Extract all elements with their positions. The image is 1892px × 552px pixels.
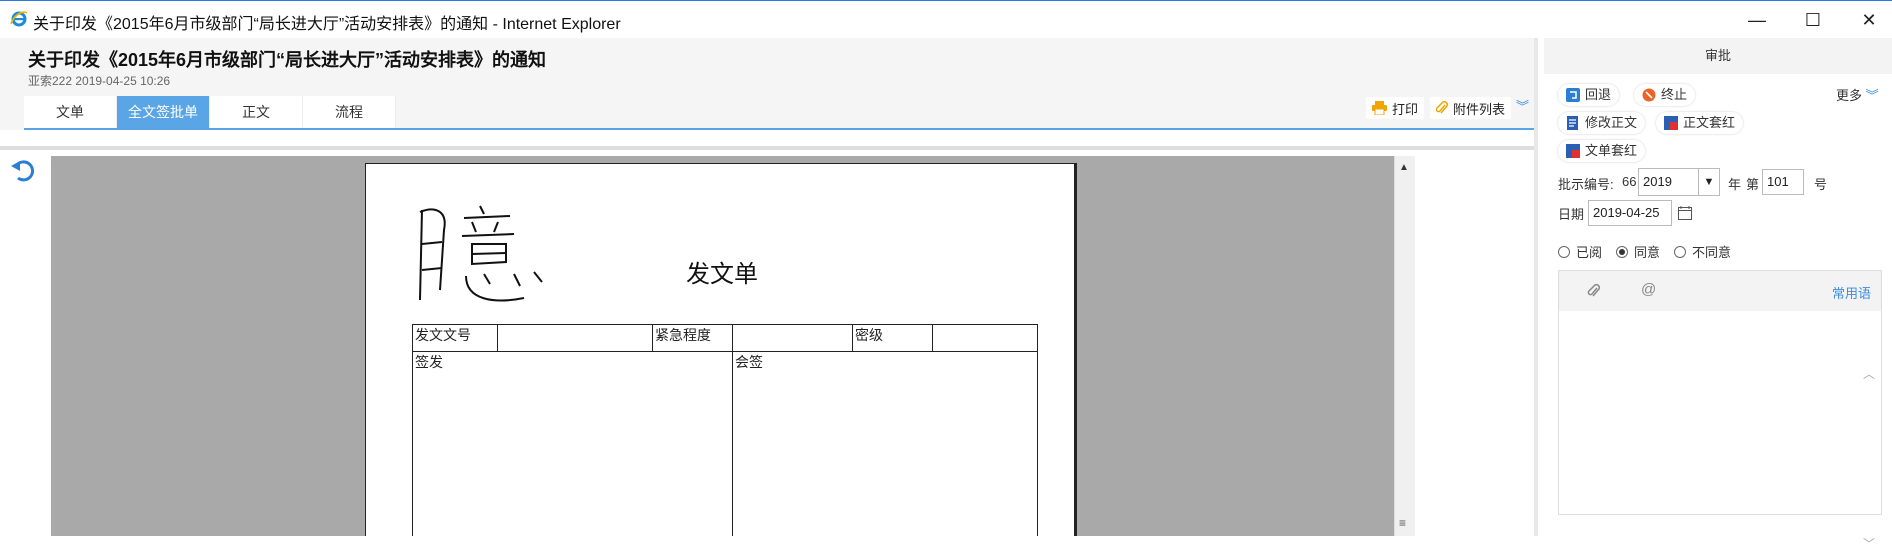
close-button[interactable]: ✕ (1844, 1, 1892, 39)
printer-icon (1372, 101, 1387, 115)
view-tabs: 文单 全文签批单 正文 流程 (24, 96, 396, 128)
document-page: 发文单 发文文号 紧急程度 密级 签发 会签 (365, 163, 1077, 536)
viewer-scrollbar[interactable]: ▲ ≡ (1394, 156, 1415, 536)
year-suffix: 年 (1728, 177, 1742, 192)
tab-body[interactable]: 正文 (210, 96, 303, 128)
terminate-label: 终止 (1661, 87, 1688, 102)
minimize-button[interactable]: — (1732, 1, 1782, 39)
paperclip-icon[interactable] (1587, 283, 1601, 299)
year-value: 2019 (1643, 174, 1672, 189)
mention-icon[interactable]: @ (1641, 281, 1656, 298)
redhead-icon (1566, 144, 1580, 158)
security-label: 密级 (852, 324, 933, 352)
doc-redhead-button[interactable]: 文单套红 (1558, 140, 1646, 162)
document-header: 关于印发《2015年6月市级部门“局长进大厅”活动安排表》的通知 亚索222 2… (0, 38, 1534, 130)
radio-disagree-label: 不同意 (1692, 245, 1732, 260)
instruction-number-input[interactable]: 101 (1762, 169, 1804, 195)
date-label: 日期 (1558, 207, 1585, 222)
undo-icon[interactable] (10, 157, 36, 183)
page-title: 关于印发《2015年6月市级部门“局长进大厅”活动安排表》的通知 (28, 50, 547, 70)
common-phrases-link[interactable]: 常用语 (1832, 283, 1871, 302)
document-meta: 亚索222 2019-04-25 10:26 (28, 74, 171, 88)
approval-panel: 审批 回退 终止 更多 ︾ 修改正文 正文套红 文单套红 批示编号: 66 20… (1544, 38, 1892, 551)
edit-body-button[interactable]: 修改正文 (1558, 112, 1646, 134)
number-suffix: 号 (1814, 177, 1828, 192)
countersign-cell: 会签 (732, 351, 1038, 536)
expand-chevron-icon[interactable]: ︾ (1516, 96, 1529, 115)
instruction-number-prefix: 66 (1622, 174, 1637, 189)
radio-agree[interactable]: 同意 (1616, 242, 1660, 261)
window-title: 关于印发《2015年6月市级部门“局长进大厅”活动安排表》的通知 - Inter… (33, 16, 621, 33)
print-label: 打印 (1392, 101, 1419, 117)
panel-title: 审批 (1544, 38, 1892, 74)
radio-read[interactable]: 已阅 (1558, 242, 1602, 261)
maximize-button[interactable]: ☐ (1788, 1, 1838, 39)
date-field[interactable]: 2019-04-25 (1588, 200, 1672, 226)
return-label: 回退 (1585, 87, 1612, 102)
print-button[interactable]: 打印 (1366, 97, 1425, 119)
doc-number-label: 发文文号 (412, 324, 498, 352)
security-value (932, 324, 1038, 352)
more-button[interactable]: 更多 ︾ (1836, 85, 1879, 104)
panel-splitter[interactable] (1534, 38, 1538, 536)
document-viewer[interactable]: 发文单 发文文号 紧急程度 密级 签发 会签 (51, 156, 1414, 536)
radio-dot (1674, 245, 1686, 258)
number-prefix: 第 (1746, 177, 1760, 192)
terminate-button[interactable]: 终止 (1634, 84, 1696, 106)
return-icon (1566, 88, 1580, 102)
attachment-list-label: 附件列表 (1453, 101, 1506, 117)
divider (0, 146, 1534, 150)
more-label: 更多 (1836, 88, 1863, 103)
edit-body-label: 修改正文 (1585, 115, 1638, 130)
header-accent-line (24, 128, 1534, 130)
scroll-grip-icon[interactable]: ≡ (1399, 516, 1406, 530)
body-redhead-label: 正文套红 (1683, 115, 1736, 130)
window-titlebar: 关于印发《2015年6月市级部门“局长进大厅”活动安排表》的通知 - Inter… (0, 0, 1892, 38)
tab-wendan[interactable]: 文单 (24, 96, 117, 128)
radio-dot (1558, 245, 1570, 258)
radio-read-label: 已阅 (1576, 245, 1603, 260)
scroll-down-icon[interactable]: ﹀ (1863, 535, 1875, 552)
document-heading: 发文单 (686, 260, 758, 288)
chevron-down-icon: ︾ (1865, 88, 1879, 103)
terminate-icon (1642, 88, 1656, 102)
radio-agree-label: 同意 (1634, 245, 1661, 260)
doc-redhead-label: 文单套红 (1585, 143, 1638, 158)
radio-disagree[interactable]: 不同意 (1674, 242, 1731, 261)
instruction-number-label: 批示编号: (1558, 177, 1614, 192)
calendar-icon[interactable] (1678, 206, 1692, 220)
attachment-list-button[interactable]: 附件列表 (1430, 97, 1512, 119)
urgency-value (732, 324, 853, 352)
opinion-editor: @ 常用语 ︿ ﹀ (1558, 270, 1882, 551)
scroll-up-arrow-icon[interactable]: ▲ (1399, 162, 1409, 173)
urgency-label: 紧急程度 (652, 324, 733, 352)
tab-workflow[interactable]: 流程 (303, 96, 396, 128)
scroll-up-icon[interactable]: ︿ (1863, 365, 1875, 382)
chevron-down-icon: ▼ (1698, 169, 1719, 195)
return-button[interactable]: 回退 (1558, 84, 1620, 106)
doc-number-value (497, 324, 653, 352)
body-redhead-button[interactable]: 正文套红 (1656, 112, 1744, 134)
dispatch-form-table: 发文文号 紧急程度 密级 签发 会签 (412, 324, 1038, 536)
opinion-toolbar: @ 常用语 (1559, 271, 1881, 311)
paperclip-icon (1436, 101, 1448, 114)
sign-cell: 签发 (412, 351, 733, 536)
handwritten-signature (419, 205, 543, 302)
redhead-icon (1664, 116, 1678, 130)
opinion-textarea[interactable]: ︿ ﹀ (1559, 311, 1881, 551)
internet-explorer-icon (10, 11, 28, 27)
edit-document-icon (1567, 116, 1578, 130)
year-select[interactable]: 2019 ▼ (1638, 168, 1720, 196)
tab-full-approval-sheet[interactable]: 全文签批单 (117, 96, 210, 128)
radio-dot-selected (1616, 245, 1628, 258)
